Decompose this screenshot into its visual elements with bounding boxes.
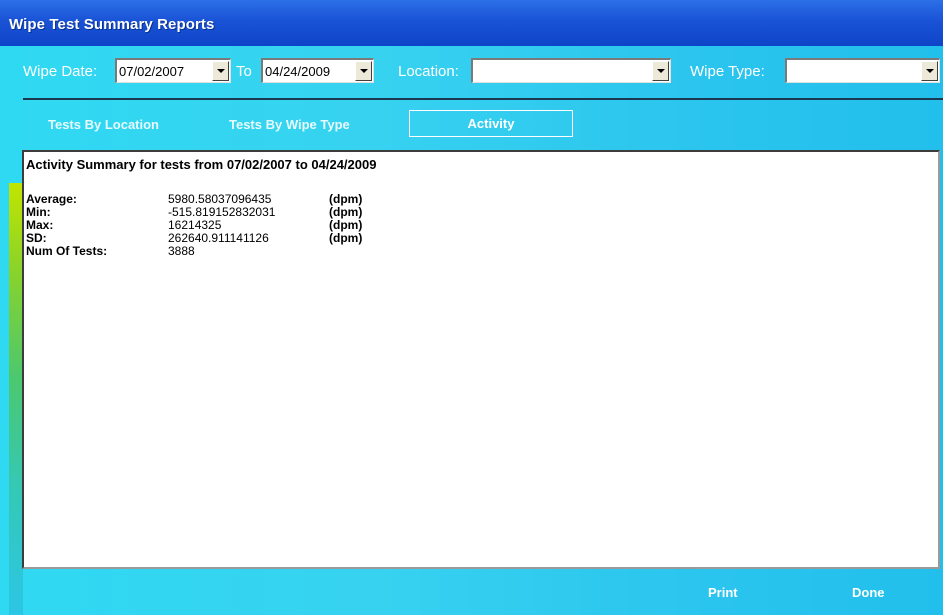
title-bar: Wipe Test Summary Reports: [0, 0, 943, 46]
stat-label: SD:: [26, 231, 47, 245]
report-heading: Activity Summary for tests from 07/02/20…: [26, 157, 377, 172]
stat-label: Min:: [26, 205, 51, 219]
tab-activity[interactable]: Activity: [409, 110, 573, 137]
wipe-date-to-select[interactable]: 04/24/2009: [261, 58, 374, 83]
stat-value: 5980.58037096435: [168, 192, 272, 206]
to-label: To: [236, 63, 252, 80]
stat-value: 3888: [168, 244, 195, 258]
chevron-down-icon[interactable]: [652, 61, 669, 81]
stat-value: -515.819152832031: [168, 205, 276, 219]
print-button[interactable]: Print: [708, 585, 738, 600]
wipe-type-select[interactable]: [785, 58, 940, 83]
wipe-type-label: Wipe Type:: [690, 63, 765, 80]
tab-tests-by-wipe-type[interactable]: Tests By Wipe Type: [229, 117, 350, 132]
wipe-date-from-value: 07/02/2007: [119, 64, 185, 79]
stat-label: Average:: [26, 192, 77, 206]
stat-unit: (dpm): [329, 192, 363, 206]
wipe-date-from-select[interactable]: 07/02/2007: [115, 58, 231, 83]
stat-unit: (dpm): [329, 231, 363, 245]
report-panel: Activity Summary for tests from 07/02/20…: [22, 150, 940, 569]
location-select[interactable]: [471, 58, 671, 83]
done-button[interactable]: Done: [852, 585, 885, 600]
divider: [23, 98, 943, 100]
window-title: Wipe Test Summary Reports: [9, 16, 215, 33]
location-label: Location:: [398, 63, 459, 80]
stat-unit: (dpm): [329, 205, 363, 219]
wipe-date-label: Wipe Date:: [23, 63, 98, 80]
chevron-down-icon[interactable]: [355, 61, 372, 81]
wipe-date-to-value: 04/24/2009: [265, 64, 331, 79]
stat-label: Num Of Tests:: [26, 244, 108, 258]
stat-unit: (dpm): [329, 218, 363, 232]
chevron-down-icon[interactable]: [921, 61, 938, 81]
filter-bar: Wipe Date: 07/02/2007 To 04/24/2009 Loca…: [0, 46, 943, 98]
chevron-down-icon[interactable]: [212, 61, 229, 81]
accent-strip: [9, 183, 23, 615]
stat-value: 262640.911141126: [168, 231, 269, 245]
stat-label: Max:: [26, 218, 54, 232]
tab-tests-by-location[interactable]: Tests By Location: [48, 117, 159, 132]
stat-value: 16214325: [168, 218, 222, 232]
